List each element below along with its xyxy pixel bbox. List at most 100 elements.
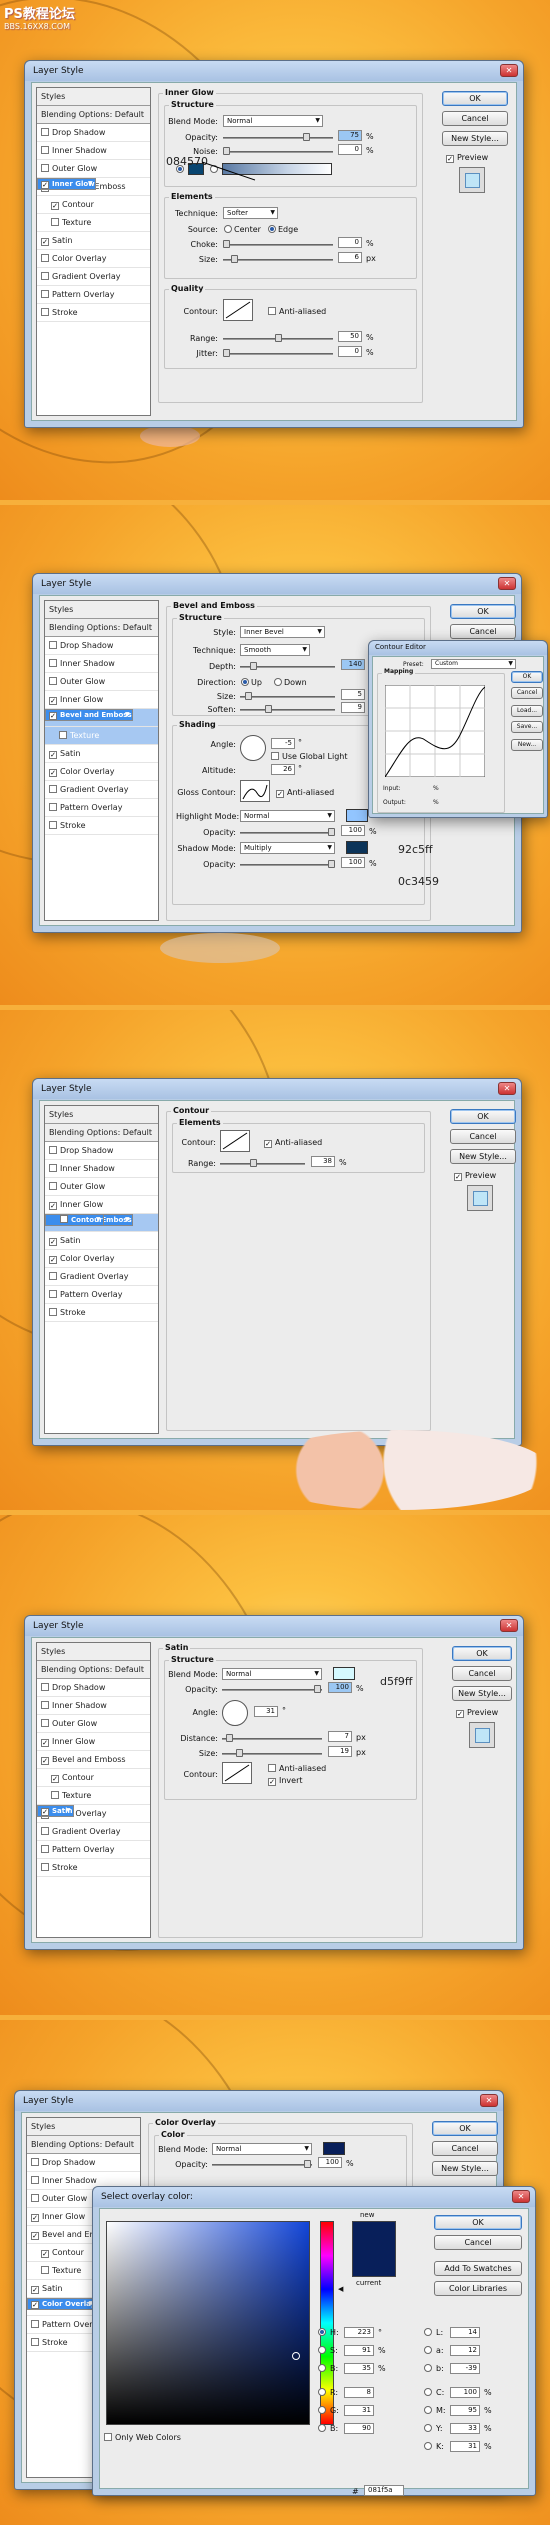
style-checkbox[interactable] xyxy=(51,218,59,226)
contour-load-button[interactable]: Load... xyxy=(511,705,543,717)
contour-curve-graph[interactable] xyxy=(385,685,485,777)
field-input-c[interactable]: 100 xyxy=(450,2387,480,2398)
size-slider[interactable] xyxy=(222,1749,322,1757)
style-item-gradient-overlay[interactable]: Gradient Overlay xyxy=(45,1268,158,1286)
add-to-swatches-button[interactable]: Add To Swatches xyxy=(434,2261,522,2276)
style-item-pattern-overlay[interactable]: Pattern Overlay xyxy=(37,286,150,304)
style-item-inner-shadow[interactable]: Inner Shadow xyxy=(37,142,150,160)
style-item-stroke[interactable]: Stroke xyxy=(45,1304,158,1322)
b-radio[interactable] xyxy=(424,2364,432,2372)
style-checkbox[interactable] xyxy=(60,1215,68,1223)
b-radio[interactable] xyxy=(318,2424,326,2432)
ok-button[interactable]: OK xyxy=(432,2121,498,2136)
new-style-button[interactable]: New Style... xyxy=(452,1686,512,1701)
cancel-button[interactable]: Cancel xyxy=(442,111,508,126)
style-checkbox[interactable] xyxy=(41,272,49,280)
style-item-texture[interactable]: Texture xyxy=(45,727,158,745)
range-slider[interactable] xyxy=(223,334,333,342)
style-item-styles[interactable]: Styles xyxy=(45,601,158,619)
style-item-outer-glow[interactable]: Outer Glow xyxy=(37,160,150,178)
distance-slider[interactable] xyxy=(222,1734,322,1742)
style-checkbox[interactable] xyxy=(41,290,49,298)
style-checkbox[interactable]: ✓ xyxy=(31,2232,39,2240)
style-item-gradient-overlay[interactable]: Gradient Overlay xyxy=(37,1823,150,1841)
shadow-opacity-input[interactable]: 100 xyxy=(341,857,365,868)
style-item-styles[interactable]: Styles xyxy=(27,2118,140,2136)
style-checkbox[interactable] xyxy=(41,164,49,172)
style-item-stroke[interactable]: Stroke xyxy=(37,1859,150,1877)
style-item-texture[interactable]: Texture xyxy=(37,1787,150,1805)
field-input-m[interactable]: 95 xyxy=(450,2405,480,2416)
gloss-contour-picker[interactable] xyxy=(240,780,270,802)
ok-button[interactable]: OK xyxy=(442,91,508,106)
choke-input[interactable]: 0 xyxy=(338,237,362,248)
style-item-satin[interactable]: ✓ Satin xyxy=(45,745,158,763)
g-radio[interactable] xyxy=(318,2406,326,2414)
hex-input[interactable]: 081f5a xyxy=(364,2485,404,2496)
style-item-drop-shadow[interactable]: Drop Shadow xyxy=(45,637,158,655)
ok-button[interactable]: OK xyxy=(450,604,516,619)
style-checkbox[interactable] xyxy=(49,1164,57,1172)
style-item-color-overlay[interactable]: Color Overlay xyxy=(37,250,150,268)
style-checkbox[interactable] xyxy=(31,2176,39,2184)
style-checkbox[interactable]: ✓ xyxy=(49,751,57,759)
opacity-input[interactable]: 100 xyxy=(318,2157,342,2168)
style-checkbox[interactable] xyxy=(41,1683,49,1691)
angle-dial[interactable] xyxy=(222,1700,248,1726)
noise-slider[interactable] xyxy=(223,147,333,155)
style-checkbox[interactable]: ✓ xyxy=(41,1739,49,1747)
angle-dial[interactable] xyxy=(240,735,266,761)
size-slider[interactable] xyxy=(240,692,335,700)
style-checkbox[interactable]: ✓ xyxy=(51,1775,59,1783)
anti-aliased-checkbox[interactable] xyxy=(268,307,276,315)
style-checkbox[interactable]: ✓ xyxy=(49,769,57,777)
style-item-bevel-and-emboss[interactable]: ✓Bevel and Emboss xyxy=(37,1751,150,1769)
close-button[interactable]: ✕ xyxy=(480,2094,498,2107)
contour-ok-button[interactable]: OK xyxy=(511,671,543,683)
style-checkbox[interactable] xyxy=(49,1272,57,1280)
style-checkbox[interactable] xyxy=(41,254,49,262)
opacity-slider[interactable] xyxy=(222,1685,322,1693)
cancel-button[interactable]: Cancel xyxy=(452,1666,512,1681)
style-checkbox[interactable] xyxy=(31,2194,39,2202)
new-style-button[interactable]: New Style... xyxy=(450,1149,516,1164)
style-item-stroke[interactable]: Stroke xyxy=(37,304,150,322)
style-item-styles[interactable]: Styles xyxy=(37,1643,150,1661)
angle-input[interactable]: -5 xyxy=(271,738,295,749)
contour-picker[interactable] xyxy=(222,1762,252,1784)
new-style-button[interactable]: New Style... xyxy=(442,131,508,146)
close-button[interactable]: ✕ xyxy=(500,1619,518,1632)
preview-checkbox[interactable]: ✓ xyxy=(456,1710,464,1718)
style-checkbox[interactable]: ✓ xyxy=(31,2286,39,2294)
style-item-outer-glow[interactable]: Outer Glow xyxy=(45,673,158,691)
highlight-mode-select[interactable]: Normal xyxy=(240,810,335,822)
range-slider[interactable] xyxy=(220,1159,305,1167)
style-checkbox[interactable] xyxy=(49,1182,57,1190)
style-checkbox[interactable] xyxy=(49,677,57,685)
style-checkbox[interactable] xyxy=(41,308,49,316)
close-button[interactable]: ✕ xyxy=(512,2190,530,2203)
style-item-blending-options-default[interactable]: Blending Options: Default xyxy=(45,1124,158,1142)
anti-aliased-checkbox[interactable]: ✓ xyxy=(276,790,284,798)
style-checkbox[interactable]: ✓ xyxy=(49,1256,57,1264)
style-item-gradient-overlay[interactable]: Gradient Overlay xyxy=(37,268,150,286)
shadow-color-swatch[interactable] xyxy=(346,841,368,854)
style-item-texture[interactable]: Texture xyxy=(37,214,150,232)
preview-checkbox[interactable]: ✓ xyxy=(446,155,454,163)
anti-aliased-checkbox[interactable]: ✓ xyxy=(264,1140,272,1148)
style-item-outer-glow[interactable]: Outer Glow xyxy=(37,1715,150,1733)
style-item-inner-shadow[interactable]: Inner Shadow xyxy=(45,1160,158,1178)
style-item-drop-shadow[interactable]: Drop Shadow xyxy=(37,124,150,142)
technique-select[interactable]: Smooth xyxy=(240,644,310,656)
angle-input[interactable]: 31 xyxy=(254,1706,278,1717)
close-button[interactable]: ✕ xyxy=(500,64,518,77)
style-checkbox[interactable] xyxy=(49,785,57,793)
color-field[interactable] xyxy=(106,2221,310,2425)
style-checkbox[interactable]: ✓ xyxy=(41,1757,49,1765)
soften-input[interactable]: 9 xyxy=(341,702,365,713)
style-item-contour[interactable]: Contour xyxy=(45,1214,104,1226)
style-checkbox[interactable]: ✓ xyxy=(41,181,49,189)
ok-button[interactable]: OK xyxy=(450,1109,516,1124)
new-style-button[interactable]: New Style... xyxy=(432,2161,498,2176)
style-checkbox[interactable] xyxy=(41,1719,49,1727)
